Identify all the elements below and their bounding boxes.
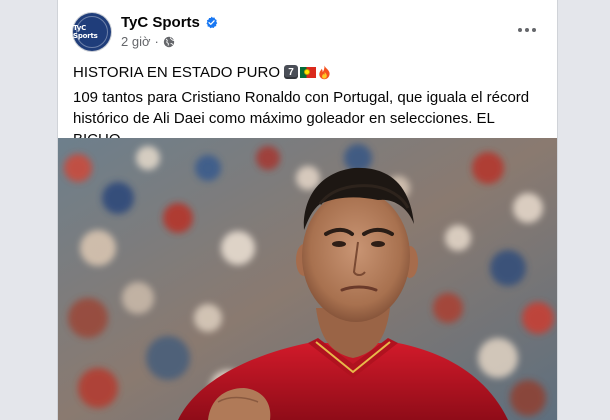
page-name-link[interactable]: TyC Sports <box>121 14 200 31</box>
post-headline: HISTORIA EN ESTADO PURO <box>73 63 280 81</box>
keycap-7-icon: 7 <box>283 65 298 79</box>
post-meta: 2 giờ · <box>121 34 175 49</box>
more-dot <box>532 28 536 32</box>
more-dot <box>518 28 522 32</box>
more-dot <box>525 28 529 32</box>
verified-badge-icon <box>206 16 218 28</box>
portugal-flag-icon <box>299 66 316 78</box>
feed-post: TyC Sports TyC Sports 2 giờ · HISTORIA E… <box>57 0 558 420</box>
page-avatar[interactable]: TyC Sports <box>73 13 111 51</box>
post-timestamp[interactable]: 2 giờ <box>121 34 151 49</box>
globe-icon[interactable] <box>163 36 175 48</box>
headline-emojis: 7 <box>283 65 331 80</box>
post-header: TyC Sports TyC Sports 2 giờ · <box>58 0 557 62</box>
meta-separator: · <box>154 34 159 49</box>
fire-icon <box>319 65 330 79</box>
page-name-row: TyC Sports <box>121 12 218 32</box>
more-options-icon[interactable] <box>515 18 539 42</box>
post-headline-line: HISTORIA EN ESTADO PURO 7 <box>73 61 331 83</box>
post-photo[interactable] <box>58 138 557 420</box>
avatar-ring <box>76 16 108 48</box>
athlete-photo-illustration <box>58 138 557 420</box>
